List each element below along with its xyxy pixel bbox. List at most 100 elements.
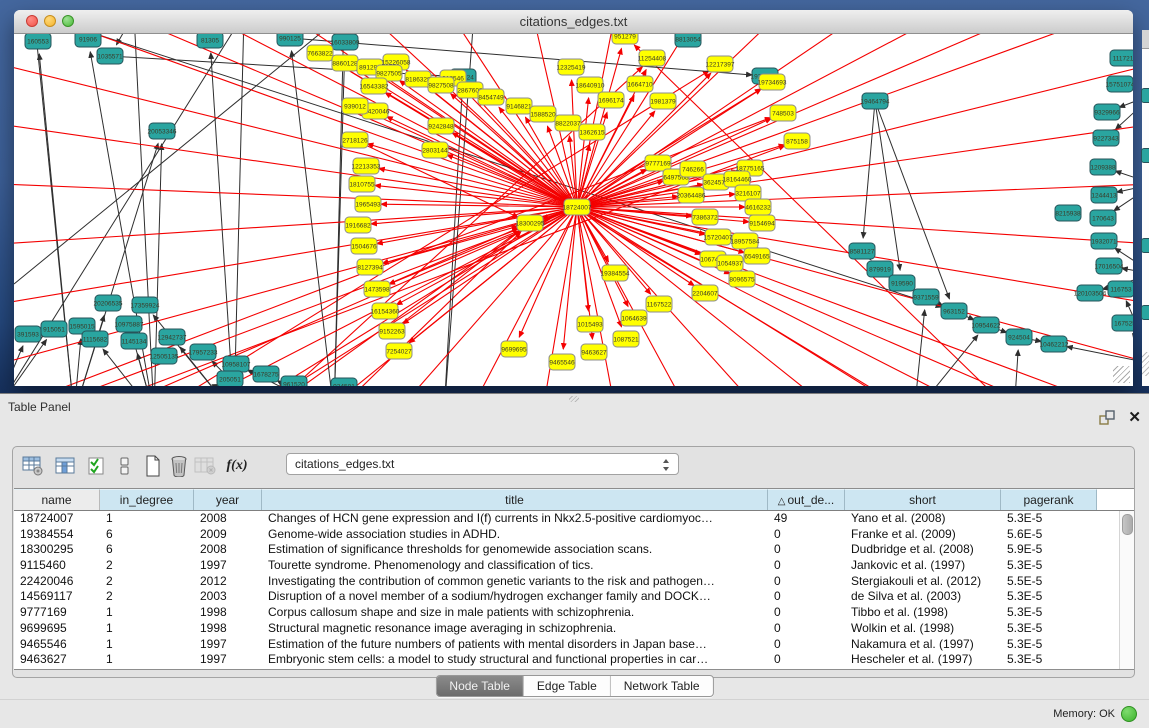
table-cell[interactable]: Dudbridge et al. (2008) <box>845 542 1001 558</box>
table-cell[interactable]: Tourette syndrome. Phenomenology and cla… <box>262 558 768 574</box>
tab-node-table[interactable]: Node Table <box>436 676 524 696</box>
table-row[interactable]: 1872400712008Changes of HCN gene express… <box>14 511 1120 527</box>
table-cell[interactable]: 5.3E-5 <box>1001 558 1097 574</box>
table-row[interactable]: 946554611997Estimation of the future num… <box>14 637 1120 653</box>
table-cell[interactable]: 2 <box>100 574 194 590</box>
table-cell[interactable]: 0 <box>768 527 845 543</box>
table-cell[interactable]: Wolkin et al. (1998) <box>845 621 1001 637</box>
show-columns-icon[interactable] <box>53 454 77 478</box>
table-row[interactable]: 946362711997Embryonic stem cells: a mode… <box>14 652 1120 668</box>
table-row[interactable]: 977716911998Corpus callosum shape and si… <box>14 605 1120 621</box>
table-cell[interactable]: Estimation of the future numbers of pati… <box>262 637 768 653</box>
row-mode-icon[interactable] <box>113 454 137 478</box>
table-cell[interactable]: Franke et al. (2009) <box>845 527 1001 543</box>
network-window[interactable]: citations_edges.txt 16055391906813051603… <box>14 10 1133 386</box>
memory-status-indicator[interactable] <box>1121 706 1137 722</box>
column-header-name[interactable]: name <box>14 489 100 510</box>
column-header-in-degree[interactable]: in_degree <box>100 489 194 510</box>
panel-resize-handle[interactable] <box>569 396 579 402</box>
network-canvas[interactable]: 1605539190681305160338098572248813054192… <box>14 34 1133 386</box>
table-cell[interactable]: 5.3E-5 <box>1001 637 1097 653</box>
table-cell[interactable]: Tibbo et al. (1998) <box>845 605 1001 621</box>
table-cell[interactable]: 5.5E-5 <box>1001 574 1097 590</box>
table-cell[interactable]: 5.9E-5 <box>1001 542 1097 558</box>
table-cell[interactable]: 22420046 <box>14 574 100 590</box>
table-cell[interactable]: Stergiakouli et al. (2012) <box>845 574 1001 590</box>
table-cell[interactable]: 1998 <box>194 621 262 637</box>
table-row[interactable]: 969969511998Structural magnetic resonanc… <box>14 621 1120 637</box>
table-mode-icon[interactable] <box>21 454 45 478</box>
column-header-out-de-[interactable]: △out_de... <box>768 489 845 510</box>
table-cell[interactable]: 2003 <box>194 589 262 605</box>
table-cell[interactable]: 0 <box>768 637 845 653</box>
table-cell[interactable]: Investigating the contribution of common… <box>262 574 768 590</box>
column-header-title[interactable]: title <box>262 489 768 510</box>
table-cell[interactable]: 1 <box>100 652 194 668</box>
table-cell[interactable]: 5.3E-5 <box>1001 652 1097 668</box>
table-cell[interactable]: 1997 <box>194 652 262 668</box>
table-cell[interactable]: 6 <box>100 527 194 543</box>
table-cell[interactable]: 9115460 <box>14 558 100 574</box>
table-cell[interactable]: 2012 <box>194 574 262 590</box>
table-cell[interactable]: 1997 <box>194 558 262 574</box>
table-cell[interactable]: de Silva et al. (2003) <box>845 589 1001 605</box>
table-cell[interactable]: 1 <box>100 637 194 653</box>
table-cell[interactable]: 5.3E-5 <box>1001 589 1097 605</box>
table-cell[interactable]: 5.6E-5 <box>1001 527 1097 543</box>
table-cell[interactable]: 0 <box>768 621 845 637</box>
network-window-titlebar[interactable]: citations_edges.txt <box>14 10 1133 34</box>
table-cell[interactable]: 0 <box>768 652 845 668</box>
delete-column-icon[interactable] <box>167 454 191 478</box>
new-column-icon[interactable] <box>141 454 165 478</box>
delete-table-icon[interactable] <box>193 454 217 478</box>
table-row[interactable]: 2242004622012Investigating the contribut… <box>14 574 1120 590</box>
table-cell[interactable]: 49 <box>768 511 845 527</box>
table-row[interactable]: 1830029562008Estimation of significance … <box>14 542 1120 558</box>
table-cell[interactable]: 2 <box>100 589 194 605</box>
tab-network-table[interactable]: Network Table <box>611 676 713 696</box>
table-row[interactable]: 911546021997Tourette syndrome. Phenomeno… <box>14 558 1120 574</box>
table-cell[interactable]: 9465546 <box>14 637 100 653</box>
table-row[interactable]: 1938455462009Genome-wide association stu… <box>14 527 1120 543</box>
table-cell[interactable]: 5.3E-5 <box>1001 511 1097 527</box>
table-cell[interactable]: Yano et al. (2008) <box>845 511 1001 527</box>
table-cell[interactable]: 0 <box>768 542 845 558</box>
table-cell[interactable]: Structural magnetic resonance image aver… <box>262 621 768 637</box>
table-cell[interactable]: 2 <box>100 558 194 574</box>
table-cell[interactable]: 1 <box>100 511 194 527</box>
column-header-year[interactable]: year <box>194 489 262 510</box>
table-cell[interactable]: 0 <box>768 605 845 621</box>
close-panel-icon[interactable]: ✕ <box>1128 408 1141 426</box>
table-cell[interactable]: 9777169 <box>14 605 100 621</box>
window-resize-grip[interactable] <box>1113 366 1130 383</box>
table-cell[interactable]: 18724007 <box>14 511 100 527</box>
table-cell[interactable]: Estimation of significance thresholds fo… <box>262 542 768 558</box>
table-cell[interactable]: Nakamura et al. (1997) <box>845 637 1001 653</box>
table-cell[interactable]: 14569117 <box>14 589 100 605</box>
table-cell[interactable]: 0 <box>768 558 845 574</box>
table-cell[interactable]: 1 <box>100 605 194 621</box>
table-cell[interactable]: 2008 <box>194 511 262 527</box>
table-cell[interactable]: 0 <box>768 589 845 605</box>
table-cell[interactable]: 19384554 <box>14 527 100 543</box>
table-cell[interactable]: Jankovic et al. (1997) <box>845 558 1001 574</box>
table-vertical-scrollbar[interactable] <box>1119 511 1134 669</box>
table-cell[interactable]: 18300295 <box>14 542 100 558</box>
table-cell[interactable]: 2008 <box>194 542 262 558</box>
tab-edge-table[interactable]: Edge Table <box>524 676 611 696</box>
table-cell[interactable]: 5.3E-5 <box>1001 605 1097 621</box>
column-checklist-icon[interactable] <box>85 454 109 478</box>
table-cell[interactable]: Corpus callosum shape and size in male p… <box>262 605 768 621</box>
table-cell[interactable]: Changes of HCN gene expression and I(f) … <box>262 511 768 527</box>
table-selector-dropdown[interactable]: citations_edges.txt <box>286 453 679 475</box>
table-cell[interactable]: Disruption of a novel member of a sodium… <box>262 589 768 605</box>
table-cell[interactable]: Genome-wide association studies in ADHD. <box>262 527 768 543</box>
table-cell[interactable]: 9699695 <box>14 621 100 637</box>
column-header-short[interactable]: short <box>845 489 1001 510</box>
table-cell[interactable]: 1 <box>100 621 194 637</box>
citation-network-graph[interactable]: 1605539190681305160338098572248813054192… <box>14 34 1133 386</box>
table-cell[interactable]: 9463627 <box>14 652 100 668</box>
table-cell[interactable]: 6 <box>100 542 194 558</box>
function-builder-icon[interactable]: f(x) <box>225 454 249 478</box>
table-cell[interactable]: Hescheler et al. (1997) <box>845 652 1001 668</box>
